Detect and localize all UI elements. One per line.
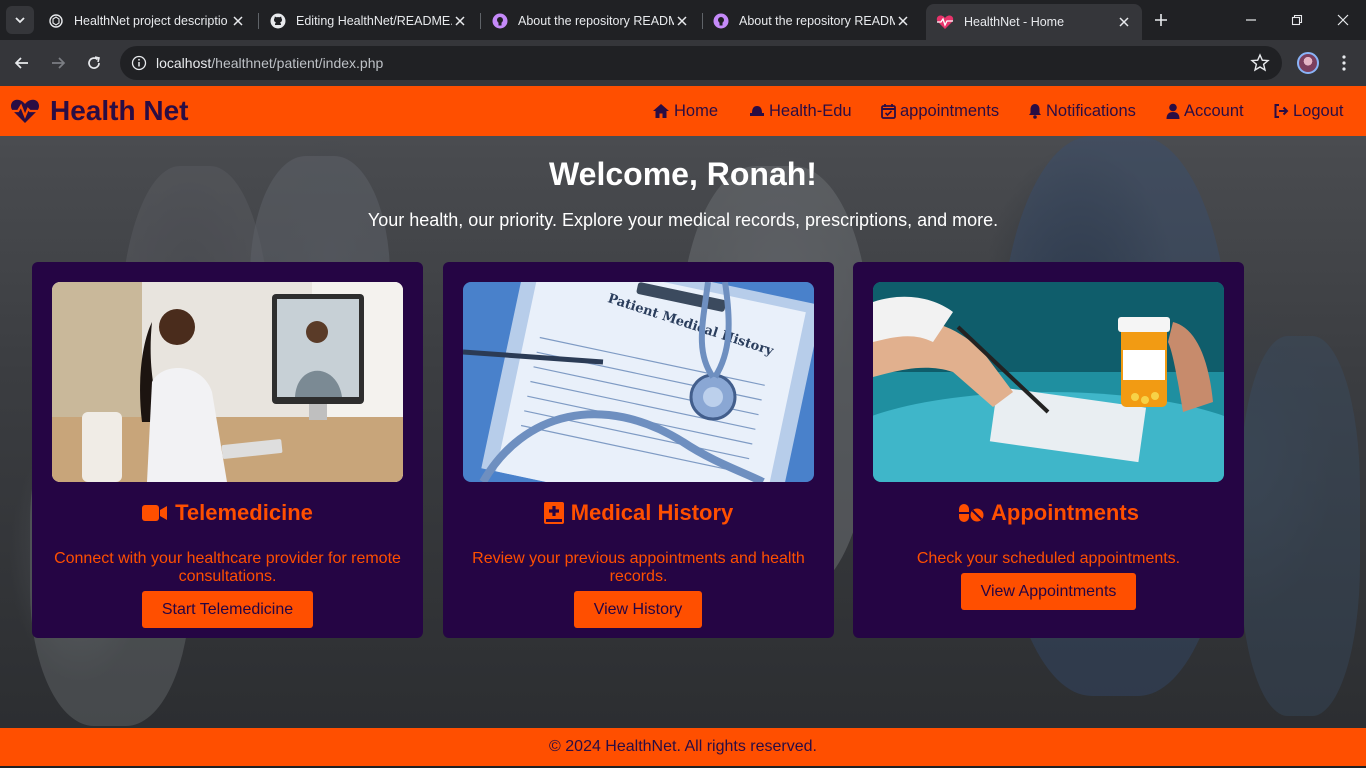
more-vertical-icon (1342, 55, 1346, 71)
close-icon[interactable] (1116, 14, 1132, 30)
browser-tab[interactable]: Editing HealthNet/README.md (260, 6, 478, 36)
tab-title: Editing HealthNet/README.md (296, 14, 452, 28)
nav-link-logout[interactable]: Logout (1273, 100, 1343, 122)
tab-title: About the repository README (518, 14, 674, 28)
nav-link-appointments[interactable]: appointments (881, 100, 999, 122)
github-icon (270, 13, 286, 29)
browser-tab[interactable]: About the repository README (482, 6, 700, 36)
welcome-heading: Welcome, Ronah! (549, 156, 817, 192)
card-title-text: Telemedicine (175, 500, 313, 525)
github-icon (713, 13, 729, 29)
heart-pulse-icon (936, 15, 954, 29)
nav-link-home[interactable]: Home (652, 100, 718, 122)
nav-link-account[interactable]: Account (1166, 100, 1244, 122)
url-path: /healthnet/patient/index.php (211, 55, 384, 71)
medical-history-card: Patient Medical History Medical History … (443, 262, 834, 638)
browser-tab[interactable]: HealthNet project descriptio (38, 6, 256, 36)
close-icon[interactable] (452, 13, 468, 29)
card-title-text: Appointments (991, 500, 1139, 525)
appointments-image (873, 282, 1224, 482)
url-host: localhost (156, 55, 212, 71)
bookmark-star-icon[interactable] (1250, 53, 1270, 73)
footer-text: © 2024 HealthNet. All rights reserved. (549, 738, 817, 755)
minimize-button[interactable] (1228, 0, 1274, 40)
hero-tagline: Your health, our priority. Explore your … (367, 210, 999, 230)
browser-toolbar: localhost/healthnet/patient/index.php (0, 40, 1366, 86)
nav-label: Home (674, 101, 719, 120)
browser-tab-strip: HealthNet project descriptio Editing Hea… (0, 0, 1366, 40)
nav-link-notifications[interactable]: Notifications (1028, 100, 1136, 122)
plus-icon (1155, 14, 1167, 26)
browser-tab[interactable]: About the repository README (703, 6, 921, 36)
close-icon[interactable] (895, 13, 911, 29)
user-icon (1166, 103, 1180, 119)
page-content: Health Net Home Health-Edu appointments … (0, 86, 1366, 768)
tab-search-button[interactable] (6, 6, 34, 34)
tab-title: About the repository README (739, 14, 895, 28)
home-icon (653, 104, 669, 118)
restore-icon (1291, 14, 1303, 26)
card-description: Check your scheduled appointments. (916, 550, 1181, 567)
card-title-text: Medical History (570, 500, 734, 525)
openai-icon (49, 14, 63, 28)
nav-label: Account (1184, 101, 1244, 120)
close-icon (1337, 14, 1349, 26)
hat-icon (750, 106, 764, 116)
start-telemedicine-button[interactable]: Start Telemedicine (142, 591, 313, 628)
site-footer: © 2024 HealthNet. All rights reserved. (0, 728, 1366, 766)
restore-button[interactable] (1274, 0, 1320, 40)
card-description: Connect with your healthcare provider fo… (54, 550, 401, 585)
tab-separator (480, 13, 481, 29)
view-appointments-button[interactable]: View Appointments (961, 573, 1136, 610)
card-description: Review your previous appointments and he… (472, 550, 805, 585)
brand-name: Health Net (50, 95, 189, 126)
site-brand[interactable]: Health Net (10, 94, 188, 128)
pills-icon (959, 504, 984, 522)
profile-avatar[interactable] (1297, 52, 1319, 74)
reload-icon (88, 56, 100, 69)
medical-history-image: Patient Medical History (463, 282, 814, 482)
nav-label: Health-Edu (769, 101, 852, 120)
telemedicine-card: Telemedicine Connect with your healthcar… (32, 262, 423, 638)
address-bar[interactable]: localhost/healthnet/patient/index.php (120, 46, 1282, 80)
calendar-check-icon (881, 104, 896, 119)
heart-pulse-icon (10, 99, 40, 123)
logout-icon (1274, 104, 1289, 118)
view-history-button[interactable]: View History (574, 591, 702, 628)
video-icon (142, 505, 168, 521)
tab-title: HealthNet project descriptio (74, 14, 228, 28)
nav-label: appointments (900, 101, 1000, 120)
bell-icon (1029, 104, 1041, 119)
arrow-left-icon (14, 57, 28, 69)
minimize-icon (1246, 19, 1256, 21)
new-tab-button[interactable] (1149, 8, 1173, 32)
chevron-down-icon (15, 17, 25, 24)
tab-separator (258, 13, 259, 29)
close-icon[interactable] (674, 13, 690, 29)
nav-link-health-edu[interactable]: Health-Edu (749, 100, 852, 122)
appointments-card: Appointments Check your scheduled appoin… (853, 262, 1244, 638)
card-title: Medical History (443, 500, 834, 526)
medical-book-icon (543, 502, 564, 524)
nav-label: Logout (1293, 101, 1344, 120)
close-icon[interactable] (230, 13, 246, 29)
card-title: Telemedicine (32, 500, 423, 526)
telemedicine-image (52, 282, 403, 482)
url-text: localhost/healthnet/patient/index.php (156, 55, 383, 71)
browser-menu-button[interactable] (1334, 52, 1354, 74)
forward-button[interactable] (44, 49, 72, 77)
arrow-right-icon (52, 57, 66, 69)
nav-label: Notifications (1046, 101, 1136, 120)
card-title: Appointments (853, 500, 1244, 526)
browser-tab-active[interactable]: HealthNet - Home (926, 4, 1142, 40)
site-navbar: Health Net Home Health-Edu appointments … (0, 86, 1366, 136)
close-window-button[interactable] (1320, 0, 1366, 40)
site-info-icon[interactable] (122, 46, 156, 80)
tab-title: HealthNet - Home (964, 15, 1065, 29)
reload-button[interactable] (80, 49, 108, 77)
back-button[interactable] (8, 49, 36, 77)
github-icon (492, 13, 508, 29)
